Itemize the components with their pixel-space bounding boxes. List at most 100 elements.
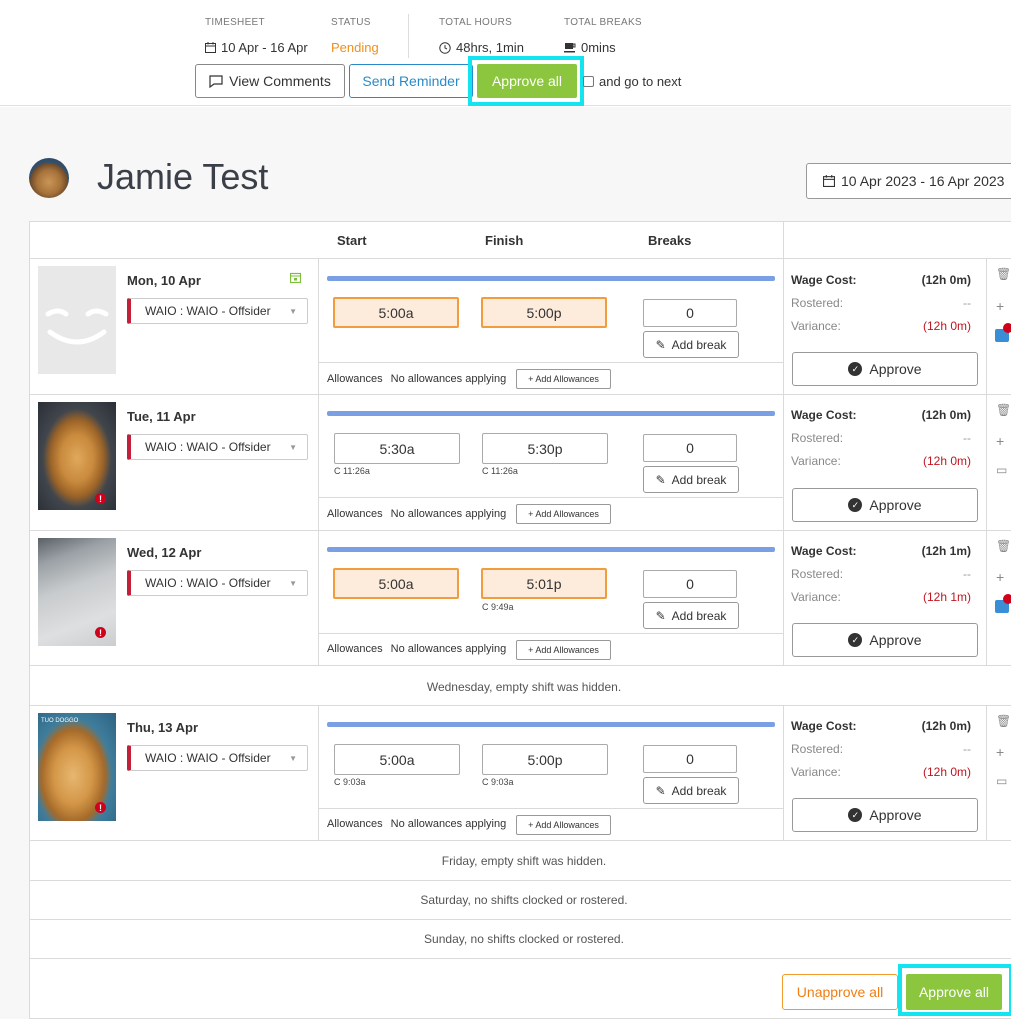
header-divider: [408, 14, 409, 58]
finish-time-input[interactable]: 5:01p: [481, 568, 607, 599]
breaks-input[interactable]: 0: [643, 299, 737, 327]
row-divider: [29, 958, 1011, 959]
check-circle-icon: ✓: [848, 498, 863, 512]
wage-cost-value: (12h 1m): [921, 544, 971, 558]
add-allowances-button[interactable]: + Add Allowances: [516, 369, 611, 389]
total-hours-col: TOTAL HOURS 48hrs, 1min: [439, 17, 524, 55]
approve-shift-button[interactable]: ✓ Approve: [792, 352, 978, 386]
role-text: WAIO : WAIO - Offsider: [145, 751, 271, 765]
col-divider: [318, 259, 319, 665]
shift-day: Thu, 13 Apr: [127, 720, 199, 735]
trash-icon[interactable]: 🗑: [996, 267, 1011, 281]
breaks-input[interactable]: 0: [643, 434, 737, 462]
finish-time-input[interactable]: 5:00p: [482, 744, 608, 775]
comment-icon[interactable]: ▭: [996, 774, 1007, 788]
unapprove-all-button[interactable]: Unapprove all: [782, 974, 898, 1010]
clock-icon: [439, 41, 451, 54]
pencil-icon: ✎: [655, 472, 666, 487]
finish-time-input[interactable]: 5:30p: [482, 433, 608, 464]
row-divider: [29, 258, 1011, 259]
breaks-input[interactable]: 0: [643, 570, 737, 598]
role-select[interactable]: WAIO : WAIO - Offsider ▼: [127, 570, 308, 596]
go-next-label[interactable]: and go to next: [599, 74, 681, 89]
chevron-down-icon: ▼: [289, 579, 297, 588]
start-clock-note: C 9:03a: [334, 777, 366, 787]
finish-time-input[interactable]: 5:00p: [481, 297, 607, 328]
comment-icon[interactable]: ▭: [996, 463, 1007, 477]
start-time-input[interactable]: 5:30a: [334, 433, 460, 464]
variance-value: (12h 0m): [922, 765, 971, 779]
wage-cost-value: (12h 0m): [921, 408, 971, 422]
start-time-input[interactable]: 5:00a: [334, 744, 460, 775]
shift-timeline-bar: [327, 276, 775, 281]
send-reminder-button[interactable]: Send Reminder: [349, 64, 473, 98]
col-breaks: Breaks: [648, 233, 692, 248]
allowance-divider: [318, 808, 783, 809]
add-break-button[interactable]: ✎ Add break: [643, 466, 739, 493]
add-break-button[interactable]: ✎ Add break: [643, 777, 739, 804]
approve-shift-button[interactable]: ✓ Approve: [792, 623, 978, 657]
no-shift-note: Saturday, no shifts clocked or rostered.: [420, 893, 628, 907]
check-circle-icon: ✓: [848, 362, 863, 376]
add-break-label: Add break: [671, 608, 727, 623]
add-break-label: Add break: [671, 783, 727, 798]
timesheet-value: 10 Apr - 16 Apr: [205, 40, 308, 55]
allowances-row: Allowances No allowances applying: [327, 508, 506, 520]
col-divider: [783, 706, 784, 840]
photo-caption: TUO DOGGO: [41, 718, 79, 724]
add-allowances-button[interactable]: + Add Allowances: [516, 640, 611, 660]
add-break-label: Add break: [671, 337, 727, 352]
add-break-button[interactable]: ✎ Add break: [643, 602, 739, 629]
add-allowances-button[interactable]: + Add Allowances: [516, 504, 611, 524]
check-circle-icon: ✓: [848, 808, 863, 822]
location-alert-icon: !: [95, 493, 106, 504]
go-next-checkbox[interactable]: [583, 76, 594, 87]
employee-name: Jamie Test: [97, 156, 269, 197]
finish-clock-note: C 9:49a: [482, 602, 514, 612]
no-shift-note: Sunday, no shifts clocked or rostered.: [424, 932, 624, 946]
comment-icon: [209, 74, 223, 88]
approve-all-bottom-button[interactable]: Approve all: [906, 974, 1002, 1010]
role-text: WAIO : WAIO - Offsider: [145, 304, 271, 318]
approve-shift-button[interactable]: ✓ Approve: [792, 798, 978, 832]
wage-summary: Wage Cost: (12h 1m) Rostered: -- Variance:…: [791, 544, 971, 613]
trash-icon[interactable]: 🗑: [996, 714, 1011, 728]
timesheet-label: TIMESHEET: [205, 17, 265, 28]
allowances-value: No allowances applying: [390, 643, 507, 655]
chevron-down-icon: ▼: [289, 754, 297, 763]
date-range-button[interactable]: 10 Apr 2023 - 16 Apr 2023: [806, 163, 1011, 199]
timesheet-header: TIMESHEET 10 Apr - 16 Apr STATUS Pending…: [0, 0, 1011, 106]
col-start: Start: [337, 233, 367, 248]
plus-icon[interactable]: +: [996, 298, 1004, 314]
allowances-label: Allowances: [327, 643, 383, 655]
location-alert-icon: !: [95, 627, 106, 638]
allowances-row: Allowances No allowances applying: [327, 643, 506, 655]
start-time-input[interactable]: 5:00a: [333, 568, 459, 599]
approve-all-top-button[interactable]: Approve all: [477, 64, 577, 98]
view-comments-button[interactable]: View Comments: [195, 64, 345, 98]
finish-clock-note: C 9:03a: [482, 777, 514, 787]
finish-clock-note: C 11:26a: [482, 466, 518, 476]
plus-icon[interactable]: +: [996, 569, 1004, 585]
shift-day: Mon, 10 Apr: [127, 273, 201, 288]
row-divider: [29, 530, 1011, 531]
role-select[interactable]: WAIO : WAIO - Offsider ▼: [127, 434, 308, 460]
role-select[interactable]: WAIO : WAIO - Offsider ▼: [127, 298, 308, 324]
approve-shift-button[interactable]: ✓ Approve: [792, 488, 978, 522]
approve-label: Approve: [869, 807, 922, 823]
shift-photo[interactable]: [38, 266, 116, 374]
variance-value: (12h 1m): [922, 590, 971, 604]
plus-icon[interactable]: +: [996, 744, 1004, 760]
breaks-input[interactable]: 0: [643, 745, 737, 773]
status-col: STATUS Pending: [331, 17, 379, 55]
start-time-input[interactable]: 5:00a: [333, 297, 459, 328]
role-select[interactable]: WAIO : WAIO - Offsider ▼: [127, 745, 308, 771]
col-divider: [986, 259, 987, 665]
allowances-label: Allowances: [327, 818, 383, 830]
trash-icon[interactable]: 🗑: [996, 539, 1011, 553]
add-break-button[interactable]: ✎ Add break: [643, 331, 739, 358]
plus-icon[interactable]: +: [996, 433, 1004, 449]
add-allowances-button[interactable]: + Add Allowances: [516, 815, 611, 835]
trash-icon[interactable]: 🗑: [996, 403, 1011, 417]
allowance-divider: [318, 362, 783, 363]
